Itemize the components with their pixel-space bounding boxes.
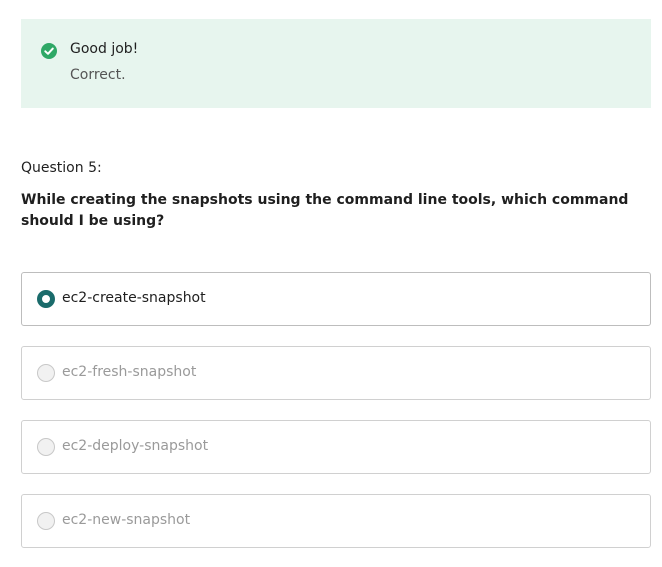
- feedback-banner: Good job! Correct.: [21, 19, 651, 108]
- answer-option-label: ec2-create-snapshot: [62, 290, 206, 306]
- answer-option-2[interactable]: ec2-fresh-snapshot: [21, 346, 651, 400]
- answer-option-1[interactable]: ec2-create-snapshot: [21, 272, 651, 326]
- answer-option-3[interactable]: ec2-deploy-snapshot: [21, 420, 651, 474]
- question-number: Question 5:: [21, 160, 102, 176]
- feedback-title: Good job!: [70, 41, 139, 57]
- answer-option-label: ec2-fresh-snapshot: [62, 364, 197, 380]
- radio-button[interactable]: [37, 512, 55, 530]
- answer-option-label: ec2-new-snapshot: [62, 512, 191, 528]
- radio-button[interactable]: [37, 364, 55, 382]
- answer-option-4[interactable]: ec2-new-snapshot: [21, 494, 651, 548]
- check-circle-icon: [41, 43, 57, 59]
- radio-button-selected[interactable]: [37, 290, 55, 308]
- answer-option-label: ec2-deploy-snapshot: [62, 438, 209, 454]
- feedback-message: Correct.: [70, 67, 126, 83]
- radio-button[interactable]: [37, 438, 55, 456]
- question-text: While creating the snapshots using the c…: [21, 192, 629, 229]
